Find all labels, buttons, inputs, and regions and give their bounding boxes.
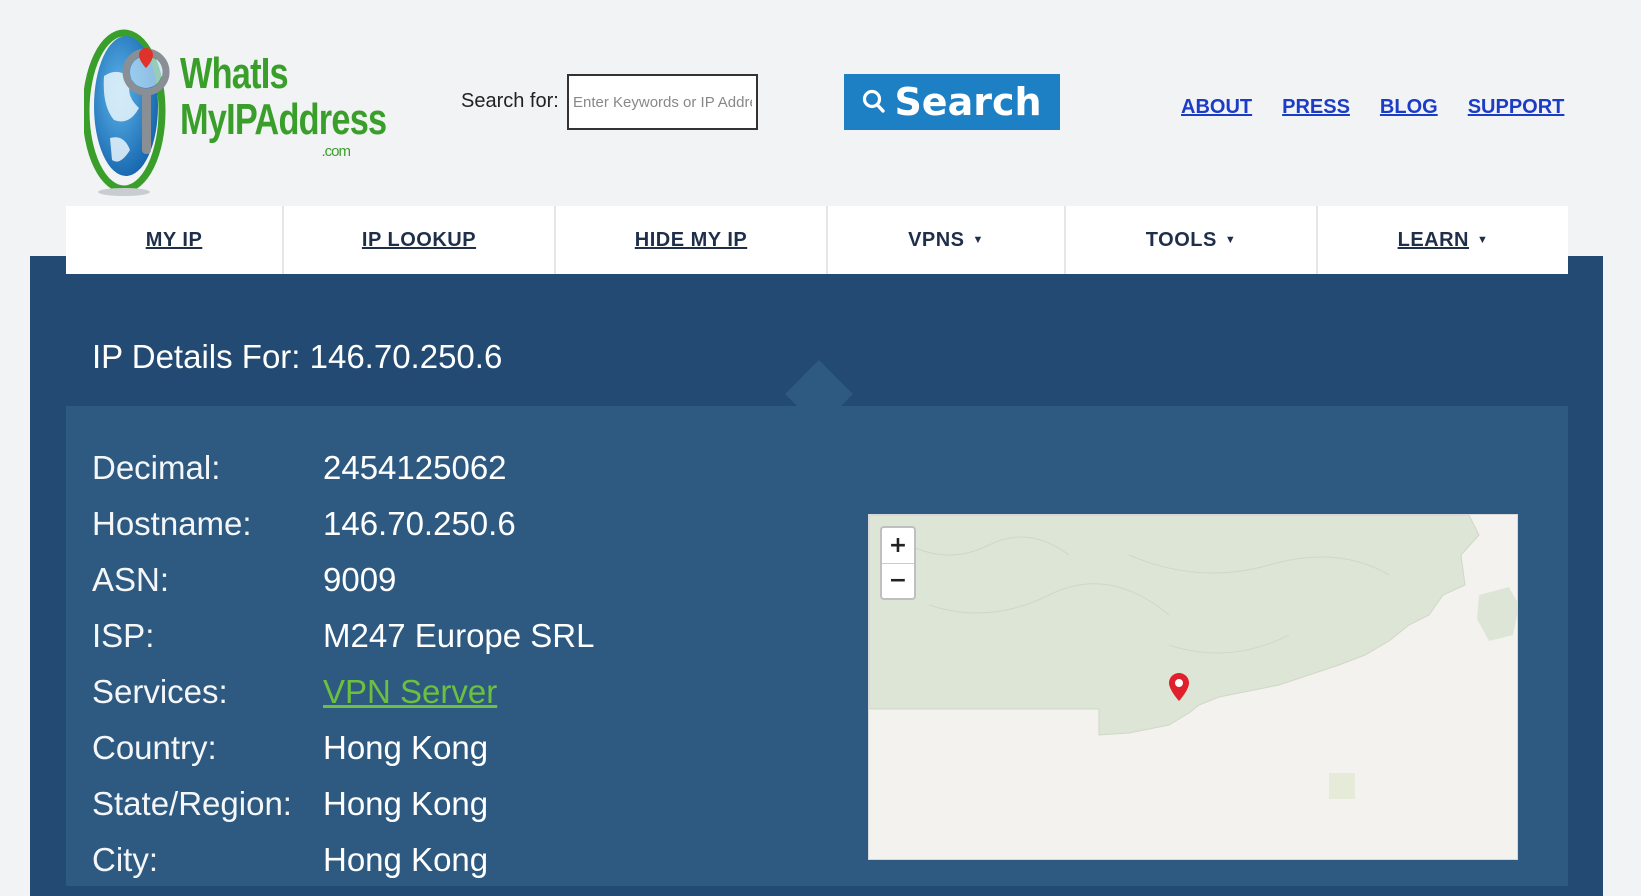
detail-value: Hong Kong <box>323 841 489 878</box>
site-logo[interactable]: WhatIs MyIPAddress .com <box>82 16 387 196</box>
support-link[interactable]: SUPPORT <box>1468 96 1565 119</box>
nav-item-ip-lookup[interactable]: IP LOOKUP <box>284 206 556 274</box>
ip-details-list: Decimal: 2454125062 Hostname: 146.70.250… <box>92 440 595 888</box>
main-nav: MY IP IP LOOKUP HIDE MY IP VPNS ▼ TOOLS … <box>66 206 1568 274</box>
logo-wordmark: WhatIs MyIPAddress .com <box>180 49 445 160</box>
detail-label: Decimal: <box>92 449 221 486</box>
detail-label: State/Region: <box>92 785 292 822</box>
search-button-label: Search <box>894 80 1042 124</box>
detail-row-hostname: Hostname: 146.70.250.6 <box>92 496 595 552</box>
detail-label: City: <box>92 841 158 878</box>
map-tiles <box>869 515 1517 859</box>
nav-item-label: MY IP <box>145 228 203 251</box>
detail-value: Hong Kong <box>323 785 489 822</box>
nav-item-tools[interactable]: TOOLS ▼ <box>1066 206 1318 274</box>
logo-line2: MyIPAddress <box>180 95 387 144</box>
zoom-out-button[interactable]: − <box>882 564 914 599</box>
nav-item-learn[interactable]: LEARN ▼ <box>1318 206 1568 274</box>
page-title: IP Details For: 146.70.250.6 <box>92 338 503 375</box>
search-icon <box>863 89 886 113</box>
caret-down-icon: ▼ <box>972 234 984 246</box>
nav-item-label: VPNS <box>908 228 965 251</box>
detail-value: 146.70.250.6 <box>323 505 516 542</box>
caret-down-icon: ▼ <box>1477 234 1489 246</box>
search-button[interactable]: Search <box>844 74 1060 130</box>
detail-value: 2454125062 <box>323 449 507 486</box>
detail-label: ISP: <box>92 617 155 654</box>
nav-item-label: IP LOOKUP <box>361 228 477 251</box>
press-link[interactable]: PRESS <box>1282 96 1350 119</box>
services-link[interactable]: VPN Server <box>323 673 497 711</box>
detail-row-asn: ASN: 9009 <box>92 552 595 608</box>
detail-row-decimal: Decimal: 2454125062 <box>92 440 595 496</box>
map-marker-icon[interactable] <box>1169 673 1189 701</box>
globe-icon <box>82 29 170 196</box>
detail-label: Services: <box>92 673 228 710</box>
detail-row-state: State/Region: Hong Kong <box>92 776 595 832</box>
nav-item-hide-my-ip[interactable]: HIDE MY IP <box>556 206 828 274</box>
location-map[interactable] <box>868 514 1518 860</box>
map-zoom-control: + − <box>880 526 916 600</box>
about-link[interactable]: ABOUT <box>1181 96 1252 119</box>
detail-value: 9009 <box>323 561 397 598</box>
detail-value: Hong Kong <box>323 729 489 766</box>
logo-line3: .com <box>321 143 351 160</box>
nav-item-my-ip[interactable]: MY IP <box>66 206 284 274</box>
nav-item-vpns[interactable]: VPNS ▼ <box>828 206 1066 274</box>
search-label: Search for: <box>461 90 559 112</box>
detail-row-isp: ISP: M247 Europe SRL <box>92 608 595 664</box>
detail-label: Country: <box>92 729 217 766</box>
logo-line1: WhatIs <box>180 49 289 98</box>
caret-down-icon: ▼ <box>1224 234 1237 246</box>
top-links: ABOUT PRESS BLOG SUPPORT <box>1181 96 1564 119</box>
search-input[interactable] <box>567 74 758 130</box>
detail-row-services: Services: VPN Server <box>92 664 595 720</box>
detail-label: Hostname: <box>92 505 252 542</box>
nav-item-label: TOOLS <box>1145 228 1217 251</box>
nav-item-label: LEARN <box>1397 228 1469 251</box>
blog-link[interactable]: BLOG <box>1380 96 1438 119</box>
detail-row-country: Country: Hong Kong <box>92 720 595 776</box>
detail-value: M247 Europe SRL <box>323 617 595 654</box>
detail-label: ASN: <box>92 561 170 598</box>
detail-row-city: City: Hong Kong <box>92 832 595 888</box>
nav-item-label: HIDE MY IP <box>634 228 748 251</box>
zoom-in-button[interactable]: + <box>882 528 914 564</box>
